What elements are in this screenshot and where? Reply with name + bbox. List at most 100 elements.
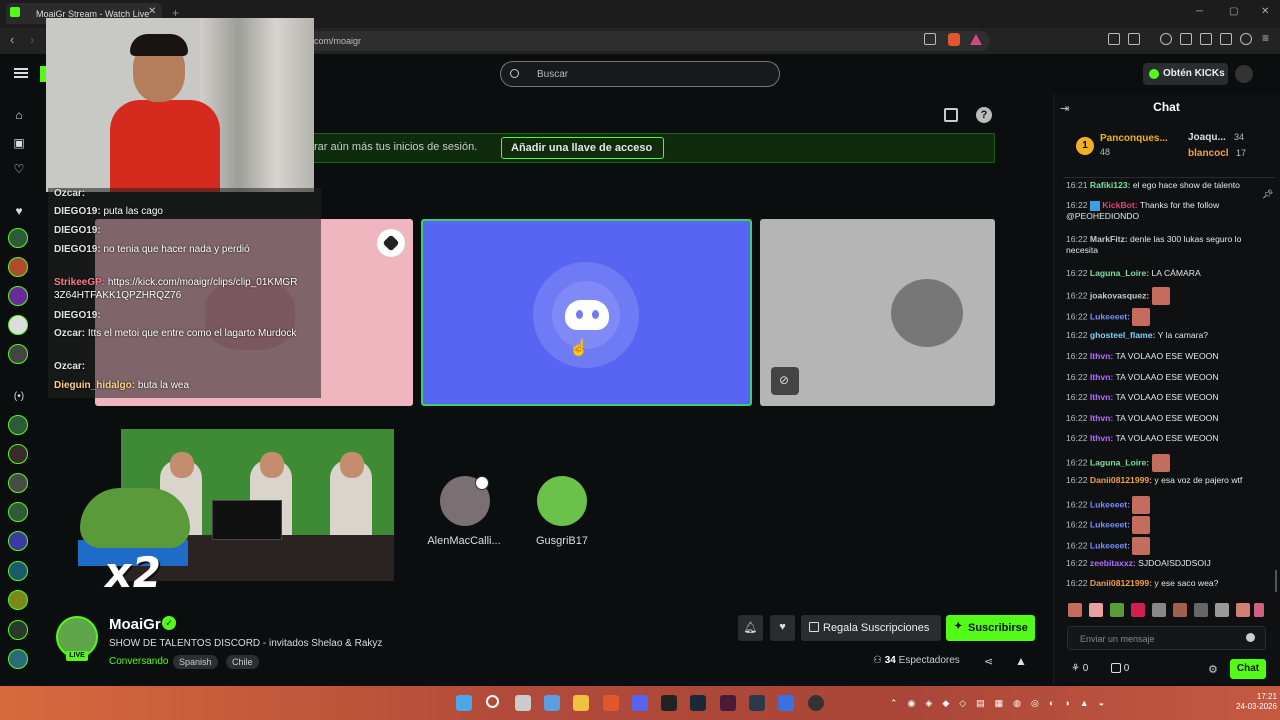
recommended-channel-avatar[interactable]: [8, 444, 28, 464]
chat-message: 16:22 Ithvn: TA VOLAAO ESE WEOON: [1066, 351, 1219, 361]
system-tray-icons[interactable]: ⌃◉◈◆◇▤▦◍◎◐◑▲◒: [890, 698, 1190, 710]
sidebar-icon[interactable]: [1180, 33, 1192, 45]
emote-icon[interactable]: [1194, 603, 1208, 617]
steam-icon[interactable]: [690, 695, 706, 711]
overlay-chat-line: DIEGO19: no tenia que hacer nada y perdi…: [54, 244, 250, 255]
media-icon[interactable]: [1160, 33, 1172, 45]
audience-avatar[interactable]: [537, 476, 587, 526]
recommended-channel-avatar[interactable]: [8, 649, 28, 669]
viewers-icon: ⚇: [873, 655, 885, 666]
back-icon[interactable]: ‹: [10, 32, 14, 47]
chat-send-button[interactable]: Chat: [1230, 659, 1266, 679]
share-page-icon[interactable]: [924, 33, 936, 45]
start-icon[interactable]: [456, 695, 472, 711]
emote-icon[interactable]: [1089, 603, 1103, 617]
recommended-channel-avatar[interactable]: [8, 473, 28, 493]
recommended-channel-avatar[interactable]: [8, 620, 28, 640]
category-link[interactable]: Conversando: [109, 656, 168, 667]
reader-icon[interactable]: [1128, 33, 1140, 45]
forward-icon[interactable]: ›: [30, 32, 34, 47]
vpn-icon[interactable]: [1240, 33, 1252, 45]
theatre-icon[interactable]: [944, 108, 958, 122]
verified-icon: ✓: [162, 616, 176, 630]
discord-taskbar-icon[interactable]: [632, 695, 648, 711]
recommended-icon[interactable]: (•): [12, 391, 26, 405]
brave-rewards-icon[interactable]: [970, 34, 982, 45]
recommended-channel-avatar[interactable]: [8, 502, 28, 522]
recommended-channel-avatar[interactable]: [8, 561, 28, 581]
widgets-icon[interactable]: [544, 695, 560, 711]
url-field[interactable]: com/moaigr: [290, 31, 990, 51]
follow-heart-icon[interactable]: ♥: [770, 615, 795, 641]
emote-icon[interactable]: [1068, 603, 1082, 617]
emoji-picker-icon[interactable]: [1246, 633, 1255, 642]
tag-chile[interactable]: Chile: [226, 655, 259, 669]
taskbar-clock[interactable]: 17:21 24-03-2026: [1236, 692, 1277, 712]
app-icon[interactable]: [749, 695, 765, 711]
followed-channel-avatar[interactable]: [8, 228, 28, 248]
app-icon[interactable]: [720, 695, 736, 711]
menu-icon[interactable]: [14, 68, 28, 78]
tab-close-icon[interactable]: ✕: [148, 6, 156, 17]
emote-icon[interactable]: [1173, 603, 1187, 617]
kicks-icon: ⚘: [1071, 663, 1083, 674]
channel-points[interactable]: 0: [1111, 663, 1129, 674]
brave-taskbar-icon[interactable]: [603, 695, 619, 711]
extensions-icon[interactable]: [1108, 33, 1120, 45]
chat-message-input[interactable]: Enviar un mensaje: [1067, 626, 1266, 650]
emote-icon[interactable]: [1110, 603, 1124, 617]
search-input[interactable]: Buscar: [500, 61, 780, 87]
subscribe-button[interactable]: ✦ Suscribirse: [946, 615, 1035, 641]
wallet-icon[interactable]: [1200, 33, 1212, 45]
followed-heart-icon[interactable]: ♥: [12, 204, 26, 218]
add-passkey-button[interactable]: Añadir una llave de acceso: [501, 137, 664, 159]
report-icon[interactable]: ▲: [1015, 654, 1027, 668]
emote-icon[interactable]: [1215, 603, 1229, 617]
kicks-balance[interactable]: ⚘ 0: [1071, 663, 1088, 674]
points-count: 0: [1123, 663, 1130, 674]
emote-icon[interactable]: [1152, 603, 1166, 617]
chat-message: 16:22 Lukeeeet:: [1066, 496, 1266, 514]
recommended-channel-avatar[interactable]: [8, 590, 28, 610]
taskbar-search-icon[interactable]: [486, 695, 499, 708]
tag-spanish[interactable]: Spanish: [173, 655, 218, 669]
emote-icon[interactable]: [1131, 603, 1145, 617]
chat-settings-gear-icon[interactable]: ⚙: [1208, 663, 1218, 676]
browse-icon[interactable]: ▣: [12, 136, 26, 150]
obs-icon[interactable]: [808, 695, 824, 711]
recommended-channel-avatar[interactable]: [8, 531, 28, 551]
browser-menu-icon[interactable]: ≡: [1262, 31, 1269, 45]
minimize-icon[interactable]: ─: [1196, 6, 1203, 17]
user-avatar[interactable]: [1235, 65, 1253, 83]
gift-subs-button[interactable]: Regala Suscripciones: [801, 615, 941, 641]
recommended-channel-avatar[interactable]: [8, 415, 28, 435]
brave-shield-icon[interactable]: [948, 33, 960, 46]
home-icon[interactable]: ⌂: [12, 108, 26, 122]
maximize-icon[interactable]: ▢: [1229, 6, 1238, 17]
file-explorer-icon[interactable]: [573, 695, 589, 711]
help-icon[interactable]: ?: [976, 107, 992, 123]
streamer-name[interactable]: MoaiGr: [109, 616, 161, 633]
guest-monitor: [212, 500, 282, 540]
leo-icon[interactable]: [1220, 33, 1232, 45]
epic-games-icon[interactable]: [661, 695, 677, 711]
emote-icon[interactable]: [1236, 603, 1250, 617]
followed-channel-avatar[interactable]: [8, 315, 28, 335]
followed-channel-avatar[interactable]: [8, 286, 28, 306]
notification-bell-icon[interactable]: 🔔︎: [738, 615, 763, 641]
app-icon[interactable]: [778, 695, 794, 711]
followed-channel-avatar[interactable]: [8, 257, 28, 277]
leaderboard-name[interactable]: Joaqu...: [1188, 132, 1226, 143]
chat-scrollbar[interactable]: [1275, 570, 1277, 592]
chat-message: 16:22 MarkFitz: denle las 300 lukas segu…: [1066, 234, 1242, 255]
leaderboard-name[interactable]: blancocl: [1188, 148, 1229, 159]
chat-divider: [1063, 177, 1275, 178]
following-icon[interactable]: ♡: [12, 162, 26, 176]
leaderboard-name[interactable]: Panconques...: [1100, 133, 1168, 144]
window-close-icon[interactable]: ✕: [1261, 6, 1269, 17]
emote-icon[interactable]: [1254, 603, 1264, 617]
share-icon[interactable]: ⋖: [984, 655, 993, 668]
mouse-cursor-icon: ☝: [569, 340, 589, 357]
task-view-icon[interactable]: [515, 695, 531, 711]
followed-channel-avatar[interactable]: [8, 344, 28, 364]
